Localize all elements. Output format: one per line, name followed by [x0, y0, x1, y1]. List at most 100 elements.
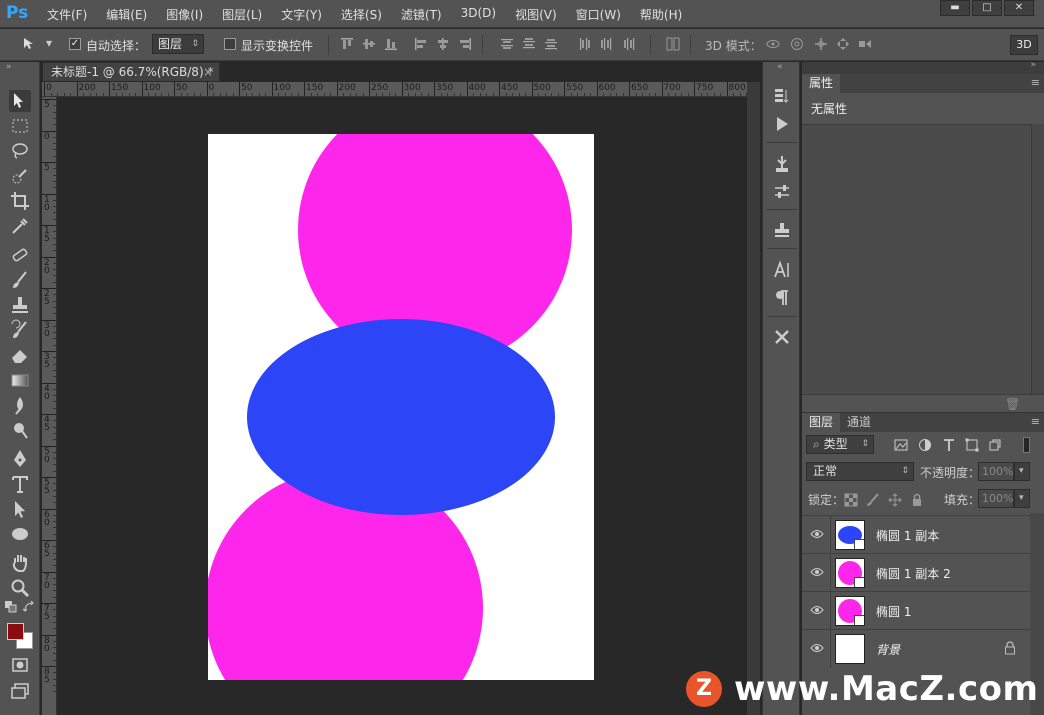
layer-filter-select[interactable]: ⌕ 类型 ⇕	[806, 435, 874, 454]
clone-source-icon[interactable]	[772, 220, 792, 240]
distribute-vcenter-icon[interactable]	[522, 37, 536, 51]
align-top-icon[interactable]	[340, 37, 354, 51]
path-selection-tool[interactable]	[9, 498, 31, 520]
opacity-dropdown[interactable]: ▾	[1014, 462, 1030, 481]
close-button[interactable]: ✕	[1004, 0, 1034, 16]
layer-row[interactable]: 椭圆 1 副本	[802, 515, 1030, 554]
screen-mode-icon[interactable]	[9, 680, 31, 702]
maximize-button[interactable]: □	[972, 0, 1002, 16]
foreground-color-swatch[interactable]	[7, 623, 24, 640]
healing-brush-tool[interactable]	[9, 244, 31, 266]
menu-help[interactable]: 帮助(H)	[640, 6, 682, 23]
paragraph-panel-icon[interactable]	[772, 288, 792, 308]
align-vcenter-icon[interactable]	[362, 37, 376, 51]
default-colors-icon[interactable]	[4, 600, 18, 614]
auto-align-icon[interactable]	[666, 37, 680, 51]
lock-all-icon[interactable]	[910, 493, 924, 507]
history-panel-icon[interactable]	[772, 86, 792, 106]
align-bottom-icon[interactable]	[384, 37, 398, 51]
layer-name[interactable]: 椭圆 1	[876, 603, 911, 620]
quick-mask-icon[interactable]	[9, 654, 31, 676]
layer-thumbnail[interactable]	[835, 634, 865, 664]
layer-row[interactable]: 背景	[802, 629, 1030, 668]
eraser-tool[interactable]	[9, 344, 31, 366]
lock-transparent-icon[interactable]	[844, 493, 858, 507]
menu-select[interactable]: 选择(S)	[341, 6, 382, 23]
lock-position-icon[interactable]	[888, 493, 902, 507]
visibility-eye-icon[interactable]	[810, 642, 824, 654]
blur-tool[interactable]	[9, 394, 31, 416]
filter-adjustment-icon[interactable]	[918, 438, 932, 452]
menu-layer[interactable]: 图层(L)	[222, 6, 262, 23]
align-hcenter-icon[interactable]	[436, 37, 450, 51]
history-brush-tool[interactable]	[9, 319, 31, 341]
tool-presets-icon[interactable]	[772, 154, 792, 174]
crop-tool[interactable]	[9, 190, 31, 212]
distribute-right-icon[interactable]	[622, 37, 636, 51]
align-left-icon[interactable]	[414, 37, 428, 51]
menu-window[interactable]: 窗口(W)	[576, 6, 621, 23]
distribute-hcenter-icon[interactable]	[600, 37, 614, 51]
fill-dropdown[interactable]: ▾	[1014, 489, 1030, 508]
gradient-tool[interactable]	[9, 369, 31, 391]
fill-input[interactable]: 100%	[978, 489, 1014, 508]
layer-row[interactable]: 椭圆 1 副本 2	[802, 553, 1030, 592]
auto-select-checkbox[interactable]: ✓	[69, 38, 81, 50]
filter-shape-icon[interactable]	[965, 438, 979, 452]
trash-icon[interactable]: 🗑	[1005, 397, 1020, 411]
move-tool-icon[interactable]	[22, 37, 36, 51]
layer-thumbnail[interactable]	[835, 558, 865, 588]
actions-panel-icon[interactable]	[772, 114, 792, 134]
tab-properties[interactable]: 属性	[802, 74, 841, 93]
3d-scale-icon[interactable]	[858, 37, 872, 51]
brush-tool[interactable]	[9, 269, 31, 291]
filter-type-icon[interactable]	[942, 438, 956, 452]
tools-panel-icon[interactable]	[772, 327, 792, 347]
menu-image[interactable]: 图像(I)	[166, 6, 203, 23]
distribute-left-icon[interactable]	[578, 37, 592, 51]
adjustments-panel-icon[interactable]	[772, 182, 792, 202]
canvas-vertical-scrollbar[interactable]	[747, 82, 760, 715]
3d-button[interactable]: 3D	[1010, 35, 1038, 55]
menu-edit[interactable]: 编辑(E)	[106, 6, 147, 23]
blend-mode-select[interactable]: 正常 ⇕	[806, 462, 914, 481]
distribute-top-icon[interactable]	[500, 37, 514, 51]
3d-roll-icon[interactable]	[790, 37, 804, 51]
document-tab[interactable]: 未标题-1 @ 66.7%(RGB/8) * ×	[42, 62, 220, 81]
menu-view[interactable]: 视图(V)	[515, 6, 557, 23]
3d-slide-icon[interactable]	[836, 37, 850, 51]
character-panel-icon[interactable]	[772, 260, 792, 280]
type-tool[interactable]	[9, 473, 31, 495]
layer-name[interactable]: 背景	[876, 641, 900, 658]
tab-layers[interactable]: 图层	[802, 413, 841, 432]
menu-file[interactable]: 文件(F)	[47, 6, 87, 23]
visibility-eye-icon[interactable]	[810, 528, 824, 540]
panel-menu-icon[interactable]: ≡	[1031, 76, 1040, 89]
hand-tool[interactable]	[9, 552, 31, 574]
swap-colors-icon[interactable]	[22, 600, 36, 614]
panel-collapse-icon[interactable]: »	[1030, 60, 1036, 70]
auto-select-target-select[interactable]: 图层 ⇕	[152, 34, 204, 54]
filter-toggle[interactable]	[1023, 437, 1030, 453]
close-tab-icon[interactable]: ×	[203, 63, 213, 81]
tool-preset-arrow[interactable]: ▾	[46, 36, 52, 50]
document-canvas[interactable]	[208, 134, 594, 680]
3d-pan-icon[interactable]	[814, 37, 828, 51]
menu-3d[interactable]: 3D(D)	[461, 6, 496, 23]
distribute-bottom-icon[interactable]	[544, 37, 558, 51]
marquee-tool[interactable]	[9, 115, 31, 137]
toolbox-collapse-icon[interactable]: »	[6, 62, 12, 72]
strip-collapse-icon[interactable]: «	[777, 62, 783, 72]
align-right-icon[interactable]	[458, 37, 472, 51]
3d-orbit-icon[interactable]	[766, 37, 780, 51]
tab-channels[interactable]: 通道	[840, 413, 878, 432]
ellipse-tool[interactable]	[9, 523, 31, 545]
minimize-button[interactable]: ▬	[940, 0, 970, 16]
layers-menu-icon[interactable]: ≡	[1031, 415, 1040, 428]
menu-type[interactable]: 文字(Y)	[281, 6, 322, 23]
properties-scrollbar[interactable]	[1031, 124, 1044, 394]
eyedropper-tool[interactable]	[9, 215, 31, 237]
menu-filter[interactable]: 滤镜(T)	[401, 6, 442, 23]
opacity-input[interactable]: 100%	[978, 462, 1014, 481]
zoom-tool[interactable]	[9, 577, 31, 599]
